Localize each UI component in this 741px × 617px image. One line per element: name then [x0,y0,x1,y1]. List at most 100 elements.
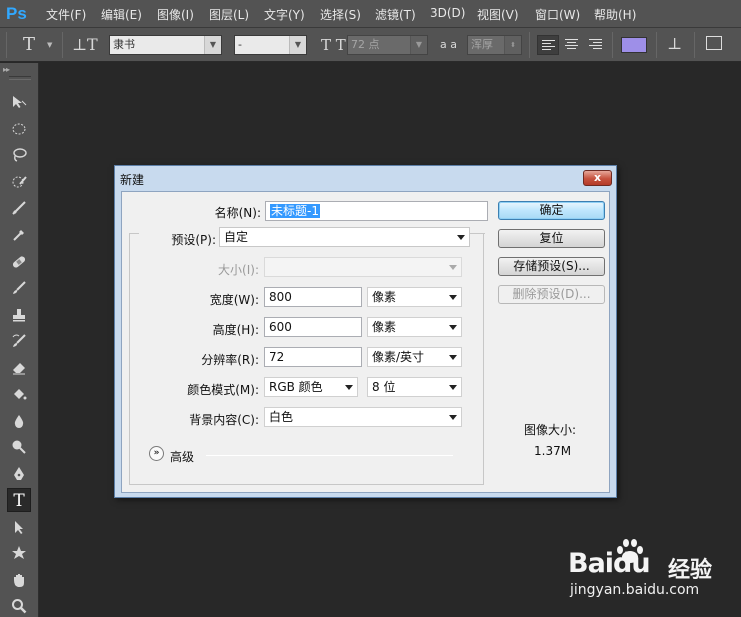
quick-select-icon[interactable] [7,170,31,194]
align-left-button[interactable] [537,35,559,55]
jingyan-label: 经验 [668,558,713,583]
separator [62,32,63,58]
height-label: 高度(H): [212,323,259,337]
height-input[interactable]: 600 [264,317,362,337]
brush-icon[interactable] [7,276,31,300]
lasso-icon[interactable] [7,143,31,167]
separator [612,32,613,58]
height-unit-value: 像素 [372,320,397,334]
height-unit-select[interactable]: 像素 [367,317,462,337]
width-unit-select[interactable]: 像素 [367,287,462,307]
width-label: 宽度(W): [209,293,259,307]
menu-image[interactable]: 图像(I) [157,6,194,23]
chevron-down-icon [449,415,457,420]
reset-button[interactable]: 复位 [498,229,605,248]
paint-bucket-icon[interactable] [7,382,31,406]
advanced-toggle-icon[interactable]: » [149,446,164,461]
font-size-icon: T T [321,36,346,54]
eyedropper-icon[interactable] [7,223,31,247]
menu-help[interactable]: 帮助(H) [594,6,636,23]
options-bar: T ▼ ⊥T 隶书 ▼ - ▼ T T 72 点 ▼ a a 浑厚 ⬍ ⊥ [0,28,741,62]
menu-view[interactable]: 视图(V) [477,6,519,23]
menu-filter[interactable]: 滤镜(T) [375,6,416,23]
orientation-toggle-icon[interactable]: ⊥T [72,35,98,54]
separator [529,32,530,58]
font-family-select[interactable]: 隶书 ▼ [109,35,222,55]
bit-depth-select[interactable]: 8 位 [367,377,462,397]
antialias-select[interactable]: 浑厚 ⬍ [467,35,522,55]
save-preset-button[interactable]: 存储预设(S)... [498,257,605,276]
menu-edit[interactable]: 编辑(E) [101,6,142,23]
warp-text-icon[interactable]: ⊥ [667,34,682,53]
chevron-down-icon [449,325,457,330]
background-select[interactable]: 白色 [264,407,462,427]
toolbox-grip[interactable] [9,76,31,80]
ok-button[interactable]: 确定 [498,201,605,220]
chevron-down-icon [449,355,457,360]
panels-icon[interactable] [706,36,722,50]
move-icon[interactable] [7,90,31,114]
menu-window[interactable]: 窗口(W) [535,6,580,23]
antialias-value: 浑厚 [471,38,493,51]
type-tool-preset-icon[interactable]: T [23,34,35,55]
menu-3d[interactable]: 3D(D) [430,6,465,20]
spinner-icon: ⬍ [504,36,521,54]
eraser-icon[interactable] [7,356,31,380]
width-unit-value: 像素 [372,290,397,304]
font-style-select[interactable]: - ▼ [234,35,307,55]
align-center-button[interactable] [561,35,583,55]
dialog-titlebar[interactable]: 新建 x [115,166,616,191]
font-size-value: 72 点 [351,38,380,51]
name-value: 未标题-1 [270,204,320,218]
chevron-down-icon: ▼ [289,36,306,54]
resolution-input[interactable]: 72 [264,347,362,367]
height-value: 600 [269,320,292,334]
toolbox: ▸▸ T [0,63,39,617]
drop-icon[interactable] [7,409,31,433]
ellipse-marquee-icon[interactable] [7,117,31,141]
pen-icon[interactable] [7,462,31,486]
custom-shape-icon[interactable] [7,541,31,565]
separator [694,32,695,58]
name-label: 名称(N): [214,206,261,220]
menu-file[interactable]: 文件(F) [46,6,86,23]
menu-select[interactable]: 选择(S) [320,6,361,23]
preset-label: 预设(P): [171,233,216,247]
chevron-down-icon: ▼ [204,36,221,54]
preset-select[interactable]: 自定 [219,227,470,247]
crop-icon[interactable] [7,196,31,220]
menu-type[interactable]: 文字(Y) [264,6,305,23]
dialog-client-area: 名称(N): 未标题-1 预设(P): 自定 大小(I): 宽度(W): 800… [121,191,610,493]
watermark-url: jingyan.baidu.com [570,582,700,598]
color-mode-select[interactable]: RGB 颜色 [264,377,358,397]
close-button[interactable]: x [583,170,612,186]
magnifier-icon[interactable] [7,594,31,617]
preset-dropdown-icon[interactable]: ▼ [47,41,52,49]
font-style-value: - [238,38,242,51]
align-left-icon [542,40,555,51]
hand-icon[interactable] [7,568,31,592]
font-family-value: 隶书 [113,38,135,51]
text-color-swatch[interactable] [621,37,647,53]
stamp-icon[interactable] [7,303,31,327]
name-input[interactable]: 未标题-1 [265,201,488,221]
toolbox-collapse-icon[interactable]: ▸▸ [3,65,10,74]
align-right-button[interactable] [585,35,607,55]
dodge-icon[interactable] [7,435,31,459]
preset-value: 自定 [224,230,249,244]
width-input[interactable]: 800 [264,287,362,307]
chevron-down-icon [449,385,457,390]
resolution-label: 分辨率(R): [201,353,259,367]
type-icon[interactable]: T [7,488,31,512]
resolution-unit-select[interactable]: 像素/英寸 [367,347,462,367]
advanced-label[interactable]: 高级 [170,448,194,465]
history-brush-icon[interactable] [7,329,31,353]
antialias-icon: a a [440,38,457,51]
arrow-icon[interactable] [7,515,31,539]
bandage-icon[interactable] [7,250,31,274]
chevron-down-icon [449,295,457,300]
menu-layer[interactable]: 图层(L) [209,6,249,23]
bit-depth-value: 8 位 [372,380,396,394]
width-value: 800 [269,290,292,304]
font-size-select[interactable]: 72 点 ▼ [347,35,428,55]
